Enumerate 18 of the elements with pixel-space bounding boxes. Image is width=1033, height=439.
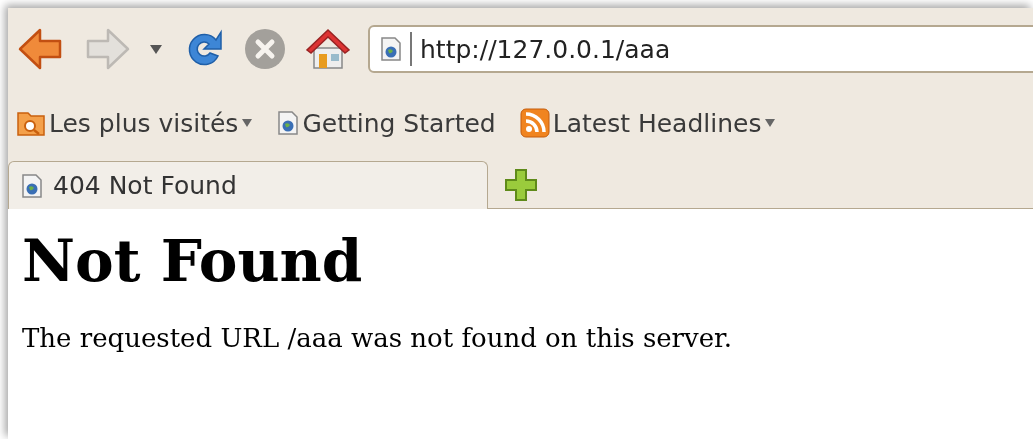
error-message: The requested URL /aaa was not found on this server. — [22, 323, 733, 353]
page-icon — [21, 172, 43, 199]
page-icon — [380, 36, 402, 62]
bookmark-link[interactable]: Latest Headlines — [552, 108, 762, 138]
caret-icon[interactable] — [764, 118, 777, 128]
bookmark-link[interactable]: Les plus visités — [49, 108, 239, 138]
bookmark-link[interactable]: Getting Started — [302, 108, 496, 138]
page-heading: Not Found — [22, 227, 364, 295]
browser-tab[interactable]: 404 Not Found — [8, 161, 488, 209]
page-icon — [277, 110, 300, 136]
home-icon[interactable] — [304, 26, 352, 72]
rss-feed-icon — [519, 108, 550, 138]
caret-icon[interactable] — [241, 118, 254, 128]
url-field[interactable]: http://127.0.0.1/aaa — [420, 34, 1033, 64]
folder-icon — [16, 109, 46, 137]
new-tab-plus-icon[interactable] — [504, 168, 538, 202]
caret-icon[interactable] — [148, 42, 164, 56]
address-bar[interactable]: http://127.0.0.1/aaa — [368, 25, 1033, 73]
